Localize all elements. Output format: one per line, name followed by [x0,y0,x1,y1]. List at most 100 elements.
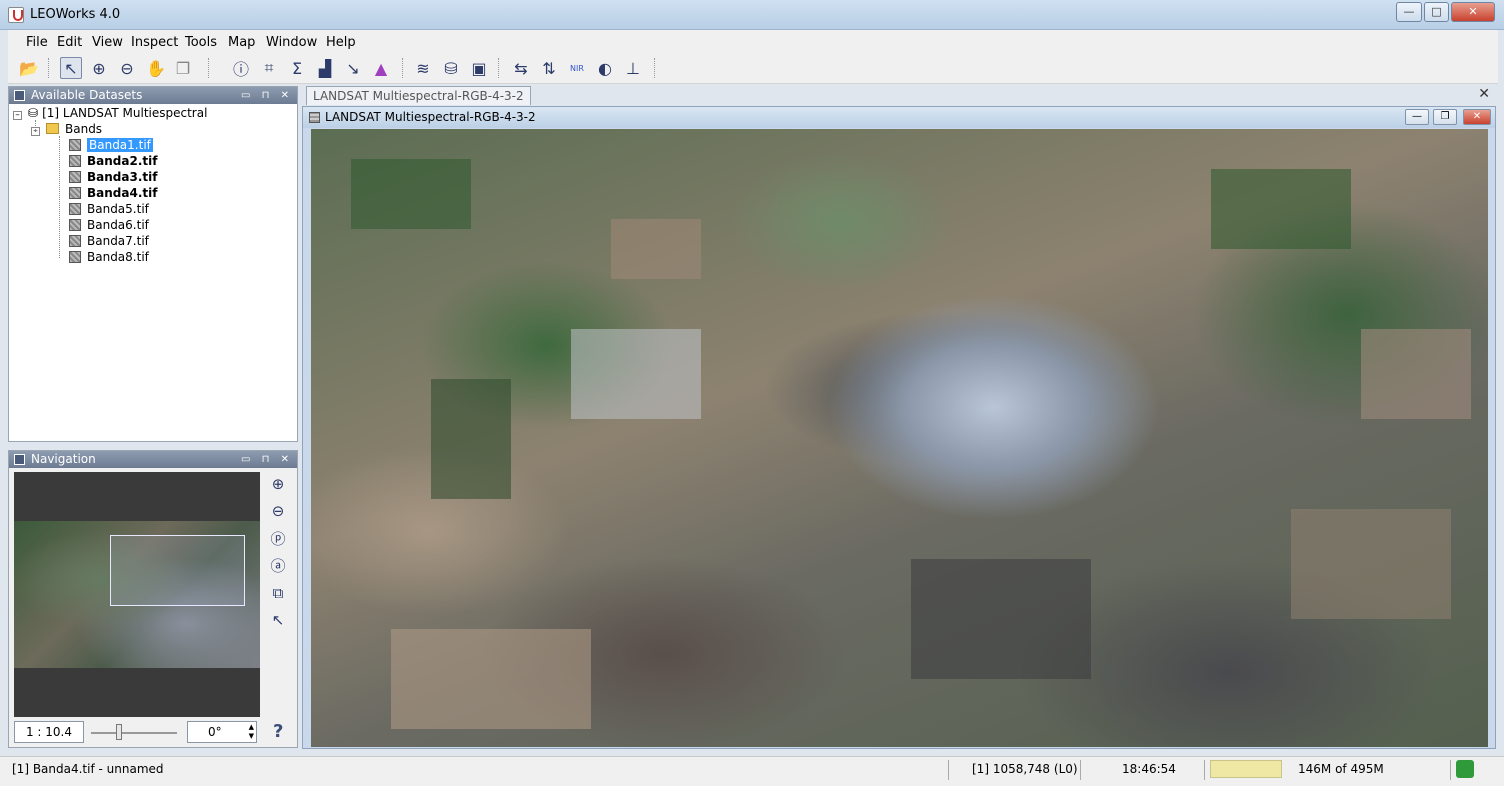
image-patch [911,559,1091,679]
toolbar-separator [654,58,656,78]
frame-icon[interactable]: ▣ [468,57,490,79]
navigation-icon [14,454,25,465]
band-label: Banda6.tif [87,218,149,232]
status-bar: [1] Banda4.tif - unnamed [1] 1058,748 (L… [0,756,1504,786]
band-item[interactable]: Banda5.tif [69,202,149,216]
pixel-inspect-icon[interactable]: ⌗ [258,57,280,79]
image-patch [1291,509,1451,619]
toolbar: 📂 ↖ ⊕ ⊖ ✋ ❐ ⓘ ⌗ Σ ▟ ↘ ▲ ≋ ⛁ ▣ ⇆ ⇅ NIR ◐ … [8,54,1498,84]
band-raster-icon [69,155,81,167]
status-separator [1080,760,1081,780]
band-raster-icon [69,203,81,215]
band-item[interactable]: Banda2.tif [69,154,157,168]
close-button[interactable]: ✕ [1451,2,1495,22]
maximize-button[interactable]: □ [1424,2,1449,22]
minimize-button[interactable]: — [1396,2,1422,22]
tree-folder-bands[interactable]: – Bands [31,122,102,136]
band-label: Banda8.tif [87,250,149,264]
frame-minimize-button[interactable]: — [1405,109,1429,125]
sum-icon[interactable]: Σ [286,57,308,79]
nav-zoom-out-icon[interactable]: ⊖ [267,500,289,522]
menu-file[interactable]: File [26,35,48,50]
band-raster-icon [69,139,81,151]
tree-root[interactable]: – ⛁ [1] LANDSAT Multiespectral [13,106,207,120]
band-item[interactable]: Banda1.tif [69,138,153,152]
zoom-in-icon[interactable]: ⊕ [88,57,110,79]
navigation-panel-header: Navigation ▭ ⊓ ✕ [9,451,297,468]
navigation-overview[interactable] [14,472,260,717]
menu-window[interactable]: Window [266,35,317,50]
document-tab[interactable]: LANDSAT Multiespectral-RGB-4-3-2 [306,86,531,105]
histogram-icon[interactable]: ▟ [314,57,336,79]
menu-inspect[interactable]: Inspect [131,35,178,50]
band-label: Banda4.tif [87,186,158,200]
nav-zoom-actual-icon[interactable]: ⓟ [267,527,289,549]
band-label: Banda1.tif [87,138,153,152]
select-pointer-icon[interactable]: ↖ [60,57,82,79]
graph-icon[interactable]: ⊥ [622,57,644,79]
tree-line [59,136,60,258]
menu-help[interactable]: Help [326,35,356,50]
classify-icon[interactable]: ⇅ [538,57,560,79]
image-patch [571,329,701,419]
close-tab-icon[interactable]: ✕ [1478,86,1490,102]
open-folder-icon[interactable]: 📂 [18,57,40,79]
pan-hand-icon[interactable]: ✋ [145,57,167,79]
image-frame: LANDSAT Multiespectral-RGB-4-3-2 — ❐ ✕ [302,106,1496,749]
garbage-collect-icon[interactable] [1456,760,1474,778]
satellite-image[interactable] [311,129,1488,747]
menu-edit[interactable]: Edit [57,35,82,50]
zoom-slider-track[interactable] [91,732,177,734]
title-bar: LEOWorks 4.0 — □ ✕ [0,0,1504,30]
memory-usage-bar [1210,760,1282,778]
zoom-slider-thumb[interactable] [116,724,122,740]
rotation-spinner-icon[interactable]: ▲ ▼ [249,723,254,741]
menu-bar: File Edit View Inspect Tools Map Window … [8,30,1498,54]
nav-sync-icon[interactable]: ⧉ [267,582,289,604]
image-patch [351,159,471,229]
menu-map[interactable]: Map [228,35,255,50]
rotation-field[interactable]: 0° ▲ ▼ [187,721,257,743]
help-icon[interactable]: ? [273,721,283,742]
frame-restore-button[interactable]: ❐ [1433,109,1457,125]
band-item[interactable]: Banda3.tif [69,170,157,184]
toolbar-separator [402,58,404,78]
nav-zoom-fit-icon[interactable]: ⓐ [267,554,289,576]
database-icon[interactable]: ⛁ [440,57,462,79]
frame-close-button[interactable]: ✕ [1463,109,1491,125]
band-raster-icon [69,251,81,263]
image-patch [391,629,591,729]
panel-window-controls[interactable]: ▭ ⊓ ✕ [241,87,293,104]
band-item[interactable]: Banda6.tif [69,218,149,232]
band-item[interactable]: Banda8.tif [69,250,149,264]
info-icon[interactable]: ⓘ [230,57,252,79]
band-raster-icon [69,187,81,199]
status-separator [1204,760,1205,780]
nav-pointer-icon[interactable]: ↖ [267,609,289,631]
band-raster-icon [69,219,81,231]
spectrum-icon[interactable]: ▲ [370,57,392,79]
menu-view[interactable]: View [92,35,123,50]
window-title: LEOWorks 4.0 [30,7,121,22]
menu-tools[interactable]: Tools [185,35,217,50]
java-app-icon [8,7,24,23]
status-coordinates: [1] 1058,748 (L0) [972,762,1078,776]
measure-icon[interactable]: ⇆ [510,57,532,79]
viewport-rectangle[interactable] [110,535,245,606]
layers-icon[interactable]: ≋ [412,57,434,79]
panel-window-controls[interactable]: ▭ ⊓ ✕ [241,451,293,468]
globe-icon[interactable]: ◐ [594,57,616,79]
copy-icon[interactable]: ❐ [172,57,194,79]
zoom-out-icon[interactable]: ⊖ [116,57,138,79]
ndvi-icon[interactable]: NIR [566,57,588,79]
datasets-panel-header: Available Datasets ▭ ⊓ ✕ [9,87,297,104]
band-item[interactable]: Banda7.tif [69,234,149,248]
toolbar-separator [498,58,500,78]
raster-icon [309,112,320,123]
scale-field[interactable]: 1 : 10.4 [14,721,84,743]
band-item[interactable]: Banda4.tif [69,186,157,200]
nav-zoom-in-icon[interactable]: ⊕ [267,473,289,495]
status-dataset: [1] Banda4.tif - unnamed [12,762,164,776]
datasets-panel-title: Available Datasets [31,88,143,102]
profile-icon[interactable]: ↘ [342,57,364,79]
